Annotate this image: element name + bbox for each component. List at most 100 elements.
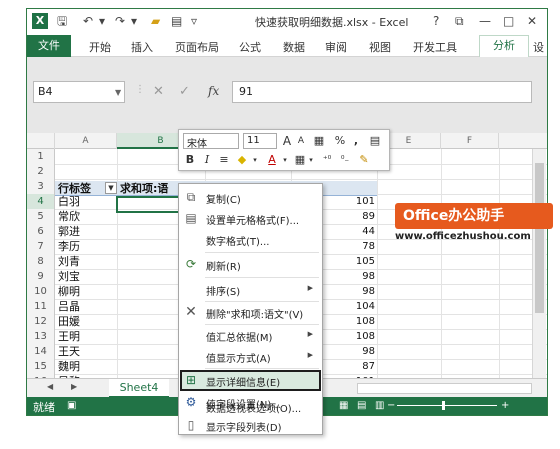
value-cell[interactable]: 98: [345, 269, 375, 284]
undo-icon[interactable]: ↶: [83, 13, 93, 29]
tab-insert[interactable]: 插入: [131, 39, 153, 55]
row-header[interactable]: 14: [27, 344, 55, 359]
borders-dropdown-icon[interactable]: ▾: [307, 152, 315, 168]
row-header[interactable]: 15: [27, 359, 55, 374]
shrink-font-button[interactable]: A: [295, 133, 307, 149]
tab-formulas[interactable]: 公式: [239, 39, 261, 55]
tab-page-layout[interactable]: 页面布局: [175, 39, 219, 55]
row-header[interactable]: 7: [27, 239, 55, 254]
value-cell[interactable]: 98: [345, 284, 375, 299]
row-header[interactable]: 8: [27, 254, 55, 269]
row-label-cell[interactable]: 魏明: [58, 359, 80, 374]
cancel-icon[interactable]: ✕: [153, 84, 164, 99]
row-label-cell[interactable]: 吕晶: [58, 299, 80, 314]
row-header[interactable]: 6: [27, 224, 55, 239]
menu-item-show-values-as[interactable]: 值显示方式(A) ▶: [180, 346, 321, 367]
filter-dropdown-icon[interactable]: ▼: [105, 182, 117, 194]
font-name-box[interactable]: 宋体: [183, 133, 239, 150]
value-cell[interactable]: 98: [345, 344, 375, 359]
quick-access-customize-icon[interactable]: ▿: [191, 13, 197, 29]
value-cell[interactable]: 101: [345, 194, 375, 209]
menu-item-format-cells[interactable]: ▤ 设置单元格格式(F)...: [180, 208, 321, 229]
row-label-cell[interactable]: 王明: [58, 329, 80, 344]
tab-view[interactable]: 视图: [369, 39, 391, 55]
zoom-in-button[interactable]: +: [501, 400, 509, 411]
row-header[interactable]: 1: [27, 149, 55, 164]
menu-item-show-field-list[interactable]: ▯ 显示字段列表(D): [180, 415, 321, 436]
row-header[interactable]: 9: [27, 269, 55, 284]
value-cell[interactable]: 104: [345, 299, 375, 314]
menu-item-sort[interactable]: 排序(S) ▶: [180, 279, 321, 300]
normal-view-icon[interactable]: ▦: [339, 400, 348, 411]
page-layout-view-icon[interactable]: ▤: [357, 400, 366, 411]
value-cell[interactable]: 44: [345, 224, 375, 239]
row-header[interactable]: 10: [27, 284, 55, 299]
value-cell[interactable]: 89: [345, 209, 375, 224]
font-color-button[interactable]: A: [265, 152, 279, 168]
tab-developer[interactable]: 开发工具: [413, 39, 457, 55]
number-format-icon[interactable]: ▦: [311, 133, 327, 149]
percent-style-button[interactable]: %: [333, 133, 347, 149]
maximize-button[interactable]: □: [503, 13, 514, 29]
row-label-cell[interactable]: 李历: [58, 239, 80, 254]
menu-item-remove-field[interactable]: ✕ 删除"求和项:语文"(V): [180, 302, 321, 323]
tab-analyze[interactable]: 分析: [479, 35, 529, 57]
row-header[interactable]: 13: [27, 329, 55, 344]
page-break-view-icon[interactable]: ▥: [375, 400, 384, 411]
value-cell[interactable]: 108: [345, 314, 375, 329]
row-label-cell[interactable]: 白羽: [58, 194, 80, 209]
menu-item-number-format[interactable]: 数字格式(T)...: [180, 229, 321, 250]
save-icon[interactable]: 🖫: [57, 13, 67, 29]
row-label-cell[interactable]: 刘宝: [58, 269, 80, 284]
next-sheet-icon[interactable]: ▶: [71, 382, 77, 391]
zoom-out-button[interactable]: −: [387, 400, 395, 411]
row-label-cell[interactable]: 王天: [58, 344, 80, 359]
minimize-button[interactable]: —: [479, 13, 491, 29]
sheet-tab-sheet4[interactable]: Sheet4: [109, 379, 169, 398]
fill-color-icon[interactable]: ◆: [235, 152, 249, 168]
print-preview-icon[interactable]: ▤: [171, 13, 182, 29]
menu-item-summarize-by[interactable]: 值汇总依据(M) ▶: [180, 325, 321, 346]
menu-item-show-details[interactable]: ⊞ 显示详细信息(E): [180, 370, 321, 391]
redo-icon[interactable]: ↷: [115, 13, 125, 29]
open-folder-icon[interactable]: ▰: [151, 13, 160, 29]
row-label-cell[interactable]: 常欣: [58, 209, 80, 224]
font-size-box[interactable]: 11: [243, 133, 277, 149]
format-painter-icon[interactable]: ✎: [357, 152, 371, 168]
zoom-slider[interactable]: [397, 405, 497, 406]
macro-record-icon[interactable]: ▣: [67, 400, 76, 411]
insert-function-icon[interactable]: fx: [208, 84, 219, 98]
row-header[interactable]: 2: [27, 164, 55, 179]
select-all-corner[interactable]: [27, 133, 55, 149]
tab-data[interactable]: 数据: [283, 39, 305, 55]
decrease-decimal-icon[interactable]: ⁰₋: [337, 152, 353, 168]
tab-file[interactable]: 文件: [27, 35, 71, 57]
row-header[interactable]: 12: [27, 314, 55, 329]
row-header[interactable]: 11: [27, 299, 55, 314]
vertical-scrollbar[interactable]: [532, 149, 546, 378]
horizontal-scrollbar[interactable]: [357, 383, 532, 394]
comma-style-button[interactable]: ,: [351, 133, 361, 149]
redo-dropdown-icon[interactable]: ▾: [131, 13, 137, 29]
row-header[interactable]: 4: [27, 194, 55, 209]
formula-input[interactable]: 91: [232, 81, 532, 103]
row-header[interactable]: 3: [27, 179, 55, 194]
close-button[interactable]: ✕: [527, 13, 537, 29]
increase-decimal-icon[interactable]: ⁺⁰: [319, 152, 335, 168]
name-box[interactable]: B4: [33, 81, 125, 103]
value-cell[interactable]: 105: [345, 254, 375, 269]
menu-item-refresh[interactable]: ⟳ 刷新(R): [180, 254, 321, 275]
grow-font-button[interactable]: A: [281, 133, 293, 149]
value-cell[interactable]: 108: [345, 329, 375, 344]
tab-review[interactable]: 审阅: [325, 39, 347, 55]
row-label-cell[interactable]: 刘青: [58, 254, 80, 269]
fill-color-dropdown-icon[interactable]: ▾: [251, 152, 259, 168]
restore-ribbon-icon[interactable]: ⧉: [455, 13, 464, 29]
font-color-dropdown-icon[interactable]: ▾: [281, 152, 289, 168]
row-header[interactable]: 5: [27, 209, 55, 224]
bold-button[interactable]: B: [183, 152, 197, 168]
help-button[interactable]: ?: [433, 13, 439, 29]
menu-item-pivot-options[interactable]: 数据透视表选项(O)...: [180, 396, 321, 417]
value-cell[interactable]: 78: [345, 239, 375, 254]
undo-dropdown-icon[interactable]: ▾: [99, 13, 105, 29]
